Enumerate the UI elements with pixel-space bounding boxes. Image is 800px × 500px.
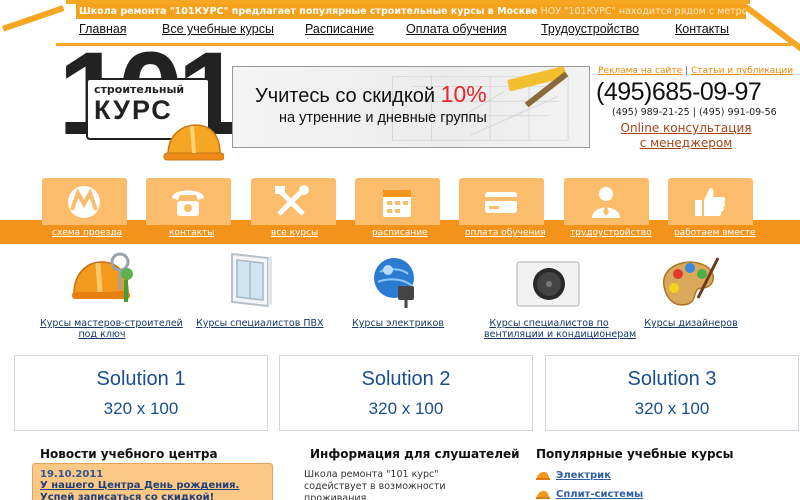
news-item[interactable]: 19.10.2011 У нашего Центра День рождения…: [32, 463, 273, 500]
tools-icon: [275, 185, 309, 216]
worker-icon: [592, 187, 620, 218]
palette-icon[interactable]: [658, 254, 720, 310]
tile-label-metro[interactable]: схема проезда: [52, 228, 122, 238]
calendar-icon: [383, 190, 411, 217]
card-icon: [485, 192, 517, 213]
discount-banner[interactable]: Учитесь со скидкой 10% на утренние и дне…: [232, 66, 590, 148]
course-label-line1: Курсы специалистов ПВХ: [196, 318, 324, 329]
ad-slot-title: Solution 1: [96, 368, 186, 390]
ads-link[interactable]: Реклама на сайте: [598, 66, 682, 76]
course-designers[interactable]: Курсы дизайнеров: [644, 318, 738, 329]
tile-label-partnership[interactable]: работаем вместе: [674, 228, 756, 238]
ad-slot-title: Solution 2: [361, 368, 451, 390]
course-label-line1: Курсы специалистов по: [489, 318, 609, 329]
aircon-icon[interactable]: [515, 260, 581, 308]
tile-payment[interactable]: [459, 178, 544, 225]
nav-payment[interactable]: Оплата обучения: [406, 22, 507, 36]
tile-label-employment[interactable]: трудоустройство: [570, 228, 652, 238]
nav-schedule[interactable]: Расписание: [305, 22, 374, 36]
course-label-line1: Курсы дизайнеров: [644, 318, 738, 329]
course-electricians[interactable]: Курсы электриков: [350, 318, 446, 329]
tile-schedule[interactable]: [355, 178, 440, 225]
tile-label-schedule[interactable]: расписание: [372, 228, 428, 238]
info-text: Школа ремонта "101 курс" содействует в в…: [304, 469, 446, 500]
course-label-line2: вентиляции и кондиционерам: [484, 329, 637, 340]
news-heading: Новости учебного центра: [40, 447, 218, 461]
window-icon[interactable]: [228, 250, 274, 310]
course-label-line1: Курсы мастеров-строителей: [40, 318, 183, 329]
top-announcement: Школа ремонта "101КУРС" предлагает попул…: [79, 6, 538, 17]
tile-contacts[interactable]: [146, 178, 231, 225]
tile-metro[interactable]: [42, 178, 127, 225]
helmet-bullet-icon: [536, 491, 550, 499]
news-date: 19.10.2011: [40, 469, 104, 480]
banner-subline: на утренние и дневные группы: [279, 110, 487, 126]
link-separator: |: [685, 66, 689, 76]
nav-contacts[interactable]: Контакты: [675, 22, 729, 36]
nav-employment[interactable]: Трудоустройство: [541, 22, 639, 36]
main-phone: (495)685-09-97: [596, 78, 762, 106]
banner-discount: 10%: [440, 81, 487, 107]
logo-title: КУРС: [94, 95, 173, 125]
metro-note: НОУ "101КУРС" находится рядом с метро "Д…: [540, 6, 746, 17]
tile-label-payment[interactable]: оплата обучения: [465, 228, 546, 238]
online-consult-link[interactable]: Online консультация с менеджером: [616, 121, 756, 151]
course-label-line1: Курсы электриков: [352, 318, 444, 329]
ad-slot-size: 320 x 100: [634, 399, 710, 418]
extra-phones: (495) 989-21-25 | (495) 991-09-56: [612, 107, 777, 118]
helmet-icon: [163, 124, 224, 161]
tile-all-courses[interactable]: [251, 178, 336, 225]
popular-course-link[interactable]: Сплит-системы: [556, 489, 643, 500]
tile-label-all-courses[interactable]: все курсы: [271, 228, 318, 238]
info-heading: Информация для слушателей: [310, 447, 520, 461]
popular-heading: Популярные учебные курсы: [536, 447, 734, 461]
contact-links: Реклама на сайте | Статьи и публикации: [598, 66, 793, 76]
ad-slot-2[interactable]: Solution 2 320 x 100: [279, 355, 533, 431]
tile-partnership[interactable]: [668, 178, 753, 225]
ad-slot-size: 320 x 100: [368, 399, 444, 418]
phone-icon: [172, 190, 204, 216]
site-logo[interactable]: 101 строительный КУРС: [58, 35, 243, 161]
course-label-line2: под ключ: [78, 329, 126, 340]
news-text[interactable]: У нашего Центра День рождения. Успей зап…: [40, 480, 265, 500]
course-builders[interactable]: Курсы мастеров-строителей под ключ: [40, 318, 183, 340]
banner-headline: Учитесь со скидкой 10%: [255, 81, 487, 108]
metro-icon: [68, 186, 100, 218]
articles-link[interactable]: Статьи и публикации: [691, 66, 793, 76]
course-pvc[interactable]: Курсы специалистов ПВХ: [196, 318, 324, 329]
tile-label-contacts[interactable]: контакты: [169, 228, 214, 238]
tile-employment[interactable]: [564, 178, 649, 225]
keys-helmet-icon[interactable]: [72, 250, 136, 312]
ad-slot-size: 320 x 100: [103, 399, 179, 418]
ad-slot-title: Solution 3: [627, 368, 717, 390]
thumbs-up-icon: [695, 188, 726, 216]
plug-icon[interactable]: [372, 256, 422, 310]
popular-course-link[interactable]: Электрик: [556, 470, 611, 481]
ad-slot-1[interactable]: Solution 1 320 x 100: [14, 355, 268, 431]
top-announcement-bar: Школа ремонта "101КУРС" предлагает попул…: [76, 4, 746, 19]
helmet-bullet-icon: [536, 472, 550, 480]
banner-headline-text: Учитесь со скидкой: [255, 85, 436, 107]
course-ventilation[interactable]: Курсы специалистов по вентиляции и конди…: [484, 318, 637, 340]
ad-slot-3[interactable]: Solution 3 320 x 100: [545, 355, 799, 431]
